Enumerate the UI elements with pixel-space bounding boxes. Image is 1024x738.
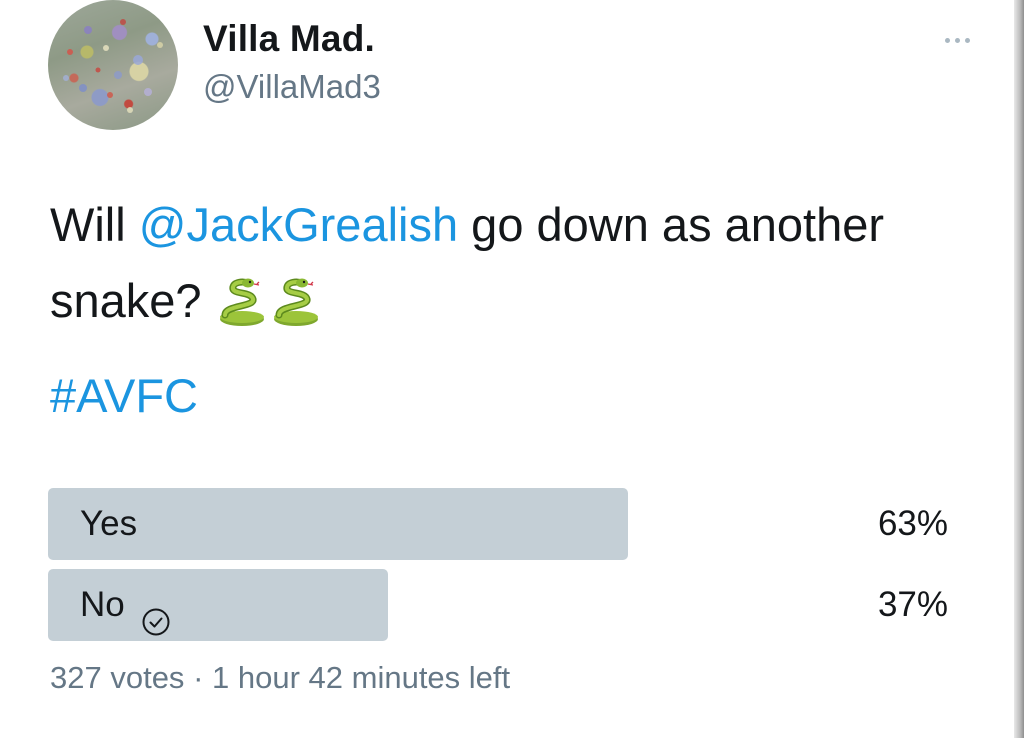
tweet-card: Villa Mad. @VillaMad3 Will @JackGrealish…	[0, 0, 1024, 738]
meta-separator: ·	[193, 660, 204, 695]
user-handle[interactable]: @VillaMad3	[203, 68, 381, 106]
vote-count: 327 votes	[50, 660, 185, 695]
flower-meadow-icon	[63, 19, 163, 113]
display-name[interactable]: Villa Mad.	[203, 18, 375, 60]
poll-option-percent: 37%	[877, 585, 948, 624]
more-options-icon	[964, 37, 970, 43]
more-options-icon	[944, 37, 950, 43]
avatar[interactable]	[48, 0, 178, 130]
time-left: 1 hour 42 minutes left	[212, 660, 511, 695]
mention-link[interactable]: @JackGrealish	[139, 198, 458, 251]
poll-option-label: No	[80, 585, 125, 624]
check-circle-icon	[141, 590, 171, 636]
more-options-icon	[954, 37, 960, 43]
poll-option-label: Yes	[80, 504, 138, 543]
screen-edge	[1014, 0, 1024, 738]
tweet-text-start: Will	[50, 198, 139, 251]
poll-option-no: No 37%	[48, 569, 968, 641]
snake-icon	[269, 273, 323, 326]
poll-option-percent: 63%	[877, 504, 948, 543]
snake-icon	[215, 273, 269, 326]
poll-meta: 327 votes · 1 hour 42 minutes left	[50, 660, 510, 696]
tweet-text: Will @JackGrealish go down as another sn…	[50, 187, 990, 339]
hashtag-link[interactable]: #AVFC	[50, 368, 198, 423]
poll-option-yes: Yes 63%	[48, 488, 968, 560]
more-options-button[interactable]	[935, 28, 979, 52]
